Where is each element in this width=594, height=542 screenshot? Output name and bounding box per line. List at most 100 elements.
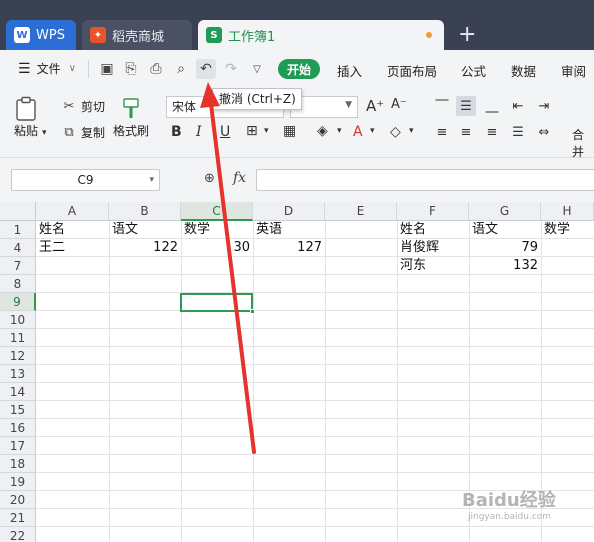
divider [88,60,89,78]
cell-c4[interactable]: 30 [181,239,253,257]
borders-icon[interactable]: ⊞ [246,123,258,139]
redo-button[interactable]: ↷ [221,59,241,79]
row-header-22[interactable]: 22 [0,527,36,542]
tab-workbook[interactable]: S 工作簿1 [198,20,444,50]
column-header-d[interactable]: D [253,202,325,221]
copy-button[interactable]: ⧉ 复制 [60,124,105,141]
distributed-align-icon[interactable]: ⇔ [534,122,554,142]
row-header-12[interactable]: 12 [0,347,36,365]
row-header-15[interactable]: 15 [0,401,36,419]
font-color-icon[interactable]: A [353,124,363,140]
cell-d4[interactable]: 127 [253,239,325,257]
fill-handle[interactable] [250,309,255,314]
row-header-16[interactable]: 16 [0,419,36,437]
row-header-21[interactable]: 21 [0,509,36,527]
row-header-17[interactable]: 17 [0,437,36,455]
print-icon[interactable]: ⎙ [146,59,166,79]
cell-h1[interactable]: 数学 [541,221,594,239]
cell-c1[interactable]: 数学 [181,221,253,239]
cell-b4[interactable]: 122 [109,239,181,257]
chevron-down-icon[interactable]: ▾ [337,126,342,136]
row-header-9[interactable]: 9 [0,293,36,311]
increase-indent-icon[interactable]: ⇥ [534,96,554,116]
align-left-icon[interactable]: ≡ [432,122,452,142]
row-header-13[interactable]: 13 [0,365,36,383]
function-icon[interactable]: fx [233,170,246,186]
column-header-g[interactable]: G [469,202,541,221]
justify-icon[interactable]: ☰ [508,122,528,142]
row-header-8[interactable]: 8 [0,275,36,293]
cell-f1[interactable]: 姓名 [397,221,469,239]
cell-a4[interactable]: 王二 [36,239,109,257]
merge-button[interactable]: 合并 [572,126,594,160]
tab-page-layout[interactable]: 页面布局 [387,61,437,80]
gridline [36,418,594,419]
increase-font-icon[interactable]: A⁺ [366,97,384,115]
tab-start[interactable]: 开始 [278,59,320,79]
align-top-icon[interactable]: ⎺ [432,96,452,116]
decrease-font-icon[interactable]: A⁻ [391,97,407,112]
paste-button[interactable]: 粘贴 [14,96,38,139]
fill-pattern-icon[interactable]: ▦ [283,123,296,139]
cell-f7[interactable]: 河东 [397,257,469,275]
row-header-1[interactable]: 1 [0,221,36,239]
tab-data[interactable]: 数据 [511,61,536,80]
bold-icon[interactable]: B [171,124,182,140]
formula-input[interactable] [256,169,594,191]
name-box[interactable]: C9 ▾ [11,169,160,191]
format-painter-button[interactable]: 格式刷 [113,96,149,139]
column-header-h[interactable]: H [541,202,594,221]
tab-review[interactable]: 审阅 [561,61,586,80]
cell-a1[interactable]: 姓名 [36,221,109,239]
tab-wps[interactable]: W WPS [6,20,76,50]
chevron-down-icon[interactable]: ▾ [409,126,414,136]
cell-d1[interactable]: 英语 [253,221,325,239]
undo-button[interactable]: ↶ [196,59,216,79]
underline-icon[interactable]: U [220,124,230,140]
fill-color-icon[interactable]: ◈ [317,123,328,139]
row-header-7[interactable]: 7 [0,257,36,275]
save-icon[interactable]: ▣ [97,59,117,79]
row-header-18[interactable]: 18 [0,455,36,473]
row-header-10[interactable]: 10 [0,311,36,329]
cell-f4[interactable]: 肖俊辉 [397,239,469,257]
tab-daoke-store[interactable]: ✦ 稻壳商城 [82,20,192,50]
new-tab-plus-icon[interactable]: + [458,22,476,48]
row-header-19[interactable]: 19 [0,473,36,491]
align-middle-icon[interactable]: ☰ [456,96,476,116]
column-header-c[interactable]: C [181,202,253,221]
active-cell-selection[interactable] [180,293,253,312]
row-header-14[interactable]: 14 [0,383,36,401]
cut-button[interactable]: ✂ 剪切 [60,98,105,115]
cell-g1[interactable]: 语文 [469,221,541,239]
clear-format-icon[interactable]: ◇ [390,124,401,140]
decrease-indent-icon[interactable]: ⇤ [508,96,528,116]
align-right-icon[interactable]: ≡ [482,122,502,142]
italic-icon[interactable]: I [196,124,202,140]
row-header-11[interactable]: 11 [0,329,36,347]
column-header-b[interactable]: B [109,202,181,221]
column-header-e[interactable]: E [325,202,397,221]
chevron-down-icon[interactable]: ▾ [370,126,375,136]
row-header-4[interactable]: 4 [0,239,36,257]
cell-b1[interactable]: 语文 [109,221,181,239]
file-menu-button[interactable]: ☰ 文件 ∨ [18,60,76,77]
format-painter-label: 格式刷 [113,124,150,138]
column-header-a[interactable]: A [36,202,109,221]
align-center-icon[interactable]: ≡ [456,122,476,142]
cell-g7[interactable]: 132 [469,257,541,275]
paste-dropdown-icon[interactable]: ▾ [42,128,47,138]
customize-dropdown-icon[interactable]: ▽ [247,59,267,79]
column-header-f[interactable]: F [397,202,469,221]
select-all-corner[interactable] [0,202,36,221]
tab-formulas[interactable]: 公式 [461,61,486,80]
tab-insert[interactable]: 插入 [337,61,362,80]
zoom-formula-icon[interactable]: ⊕ [204,171,215,186]
chevron-down-icon: ∨ [68,63,76,74]
cell-g4[interactable]: 79 [469,239,541,257]
print-preview-icon[interactable]: ⌕ [171,59,191,79]
chevron-down-icon[interactable]: ▾ [264,126,269,136]
row-header-20[interactable]: 20 [0,491,36,509]
export-icon[interactable]: ⎘ [121,59,141,79]
align-bottom-icon[interactable]: ⎽ [482,96,502,116]
